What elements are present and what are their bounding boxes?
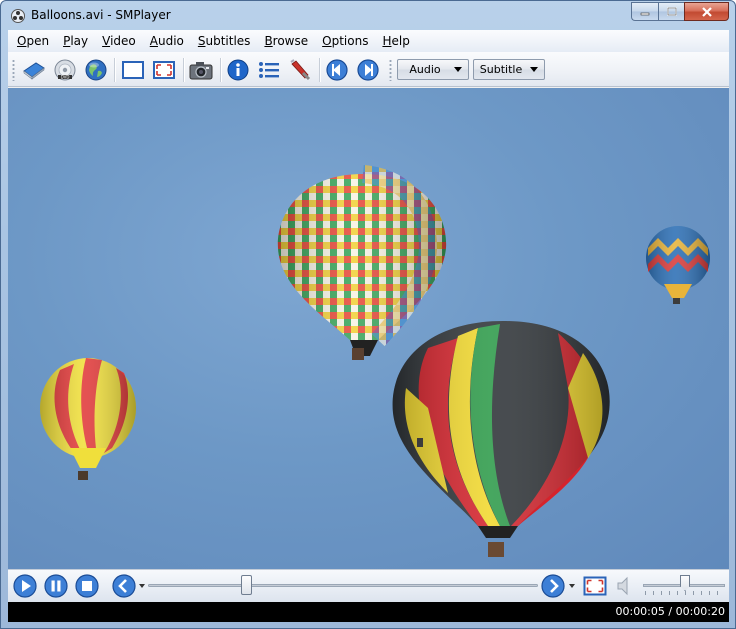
client-area: Open Play Video Audio Subtitles Browse O…	[8, 30, 729, 622]
info-button[interactable]	[225, 57, 251, 83]
fullscreen-toolbar-button[interactable]	[151, 57, 177, 83]
preferences-button[interactable]	[287, 57, 313, 83]
balloon-striped-large	[392, 321, 610, 557]
audio-dropdown-label: Audio	[409, 63, 441, 76]
chevron-down-icon	[530, 67, 538, 72]
time-display: 00:00:05 / 00:00:20	[615, 605, 725, 618]
compact-mode-button[interactable]	[120, 57, 146, 83]
subtitle-dropdown-label: Subtitle	[479, 63, 523, 76]
next-icon	[357, 59, 379, 81]
balloon-yellow-left	[40, 358, 136, 480]
balloon-basket-small	[417, 438, 423, 447]
toolbar-separator	[220, 58, 221, 82]
play-icon	[13, 574, 37, 598]
open-file-icon	[23, 62, 45, 80]
rewind-menu-arrow[interactable]	[138, 583, 146, 589]
volume-icon	[617, 576, 628, 596]
info-icon	[227, 59, 249, 81]
playlist-button[interactable]	[256, 57, 282, 83]
forward-icon	[541, 574, 565, 598]
menu-help[interactable]: Help	[375, 34, 416, 48]
toolbar-grip[interactable]	[389, 59, 392, 81]
next-button[interactable]	[355, 57, 381, 83]
play-button[interactable]	[13, 574, 37, 598]
app-icon	[11, 9, 25, 23]
status-bar: 00:00:05 / 00:00:20	[8, 602, 729, 622]
menu-options[interactable]: Options	[315, 34, 375, 48]
open-url-button[interactable]	[83, 57, 109, 83]
title-bar[interactable]: Balloons.avi - SMPlayer	[1, 1, 735, 30]
open-dvd-icon: DVD	[54, 59, 76, 81]
fullscreen-icon	[583, 576, 607, 596]
video-display[interactable]	[8, 88, 729, 569]
forward-menu-arrow[interactable]	[568, 583, 576, 589]
previous-button[interactable]	[324, 57, 350, 83]
subtitle-track-dropdown[interactable]: Subtitle	[473, 59, 545, 80]
toolbar: DVD Audio Subtitle	[8, 52, 729, 87]
open-file-button[interactable]	[21, 57, 47, 83]
fullscreen-icon	[153, 61, 175, 79]
control-bar	[8, 569, 729, 602]
toolbar-grip[interactable]	[12, 59, 15, 81]
minimize-icon	[640, 12, 650, 15]
menu-open[interactable]: Open	[10, 34, 56, 48]
chevron-down-icon	[139, 584, 145, 588]
stop-icon	[75, 574, 99, 598]
menu-video[interactable]: Video	[95, 34, 143, 48]
playlist-icon	[259, 62, 279, 78]
window-title: Balloons.avi - SMPlayer	[31, 8, 171, 22]
balloon-checkered	[277, 165, 447, 360]
pause-icon	[44, 574, 68, 598]
rewind-button[interactable]	[112, 574, 136, 598]
maximize-button[interactable]	[658, 2, 684, 21]
volume-slider-ticks	[645, 591, 725, 595]
compact-mode-icon	[122, 61, 144, 79]
chevron-down-icon	[454, 67, 462, 72]
volume-slider-handle[interactable]	[680, 575, 690, 591]
balloon-small-right	[646, 226, 710, 304]
toolbar-separator	[114, 58, 115, 82]
close-button[interactable]	[684, 2, 729, 21]
mute-button[interactable]	[615, 574, 635, 598]
open-url-icon	[85, 59, 107, 81]
pause-button[interactable]	[44, 574, 68, 598]
menu-bar: Open Play Video Audio Subtitles Browse O…	[8, 30, 729, 52]
video-frame	[40, 165, 710, 557]
stop-button[interactable]	[75, 574, 99, 598]
seek-slider-handle[interactable]	[240, 575, 252, 595]
rewind-icon	[112, 574, 136, 598]
svg-text:DVD: DVD	[61, 75, 70, 80]
toolbar-separator	[319, 58, 320, 82]
toolbar-separator	[183, 58, 184, 82]
close-icon	[701, 6, 712, 17]
seek-slider-track[interactable]	[148, 584, 538, 587]
minimize-button[interactable]	[631, 2, 658, 21]
menu-subtitles[interactable]: Subtitles	[191, 34, 258, 48]
preferences-icon	[290, 59, 311, 81]
menu-audio[interactable]: Audio	[143, 34, 191, 48]
audio-track-dropdown[interactable]: Audio	[397, 59, 469, 80]
smplayer-window: Balloons.avi - SMPlayer Open Play Video …	[0, 0, 736, 629]
screenshot-icon	[189, 62, 213, 80]
maximize-icon	[666, 7, 677, 16]
chevron-down-icon	[569, 584, 575, 588]
menu-browse[interactable]: Browse	[257, 34, 315, 48]
fullscreen-control-button[interactable]	[583, 574, 607, 598]
open-dvd-button[interactable]: DVD	[52, 57, 78, 83]
forward-button[interactable]	[541, 574, 565, 598]
screenshot-button[interactable]	[188, 57, 214, 83]
previous-icon	[326, 59, 348, 81]
menu-play[interactable]: Play	[56, 34, 95, 48]
